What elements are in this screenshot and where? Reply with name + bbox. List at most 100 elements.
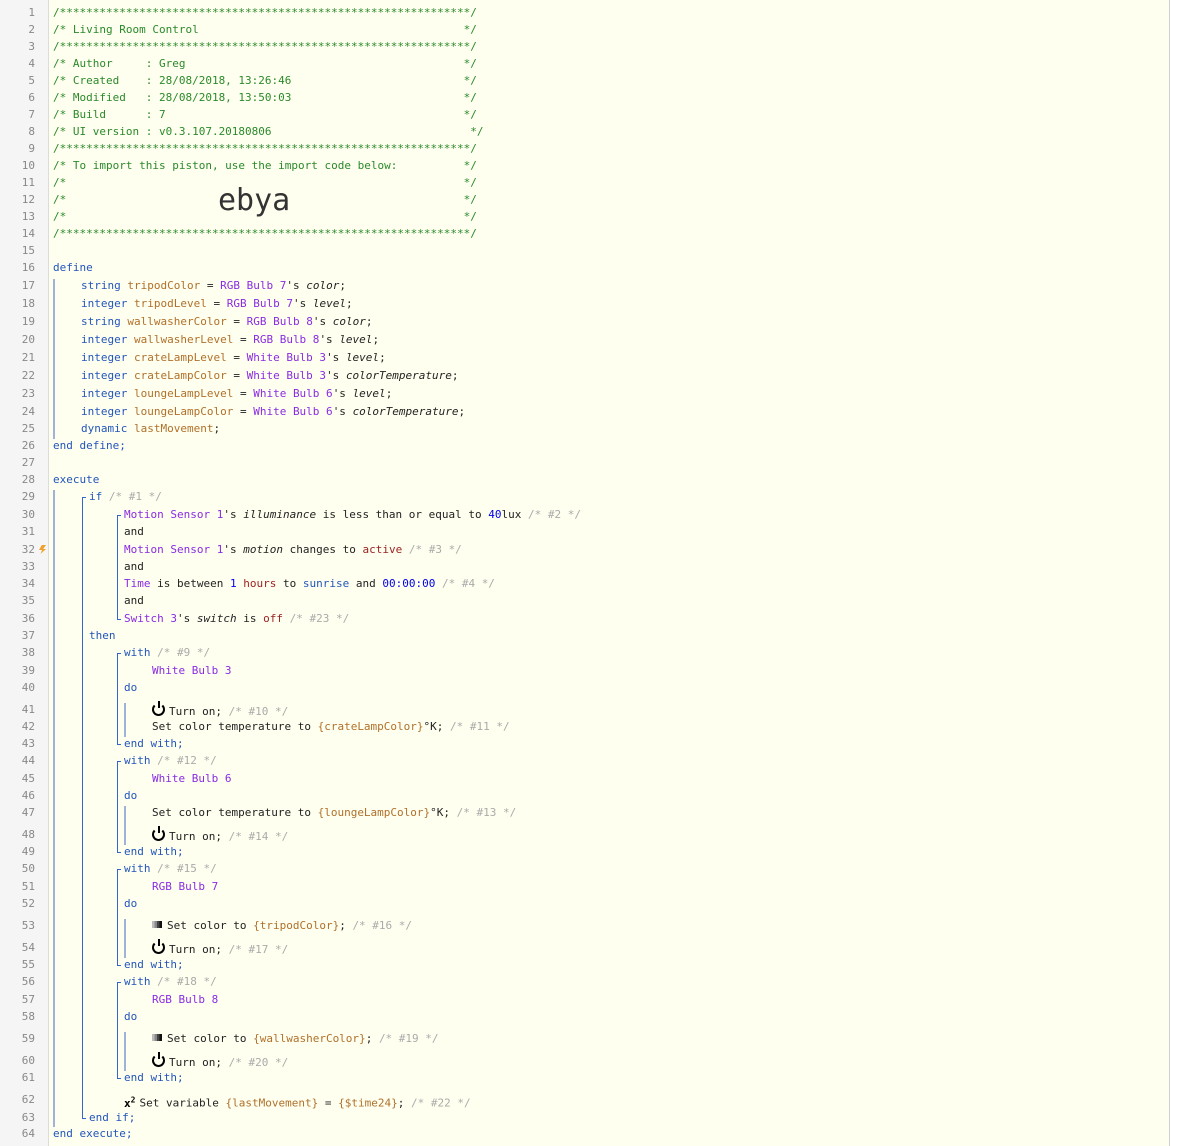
line-number: 51: [21, 880, 35, 893]
with-device: White Bulb 3: [152, 664, 231, 678]
with-device: White Bulb 6: [152, 772, 231, 786]
device-name: White Bulb 3: [246, 351, 327, 364]
with-bracket: [117, 653, 121, 745]
attribute-name: colorTemperature: [352, 405, 459, 418]
end-with-keyword: end with;: [124, 737, 184, 750]
variable-ref: {loungeLampColor}: [317, 806, 431, 819]
code-line: /***************************************…: [53, 40, 477, 54]
var-type: integer: [81, 351, 128, 364]
device-name: White Bulb 3: [152, 664, 232, 677]
attribute-name: colorTemperature: [345, 369, 452, 382]
line-number: 53: [21, 919, 35, 932]
line-number: 16: [21, 261, 35, 274]
line-number: 8: [28, 125, 35, 138]
code-line: end with;: [124, 845, 184, 859]
comment-border: /***************************************…: [53, 6, 477, 19]
do-keyword: do: [124, 789, 138, 802]
semicolon: ;: [345, 297, 353, 310]
device-name: RGB Bulb 7: [220, 279, 287, 292]
line-number: 52: [21, 897, 35, 910]
device-name: Switch 3: [124, 612, 177, 625]
comment-border: /***************************************…: [53, 40, 477, 53]
line-number: 25: [21, 422, 35, 435]
with-device: RGB Bulb 7: [152, 880, 218, 894]
var-type: integer: [81, 333, 128, 346]
device-name: RGB Bulb 8: [246, 315, 313, 328]
line-number: 63: [21, 1111, 35, 1124]
code-line: /* Created : 28/08/2018, 13:26:46 */: [53, 74, 477, 88]
attribute-name: level: [345, 351, 380, 364]
and-keyword: and: [124, 525, 144, 538]
var-type: integer: [81, 405, 128, 418]
line-number: 22: [21, 369, 35, 382]
action-text: °K;: [423, 720, 444, 733]
possessive: 's: [286, 279, 307, 292]
code-line: end with;: [124, 958, 184, 972]
line-number: 56: [21, 975, 35, 988]
indent-guide: [124, 919, 126, 958]
attribute-name: illuminance: [243, 508, 317, 521]
var-type: integer: [81, 369, 128, 382]
action: Set color temperature to {loungeLampColo…: [152, 806, 516, 820]
comment-border: /***************************************…: [53, 227, 477, 240]
end-with-keyword: end with;: [124, 1071, 184, 1084]
color-swatch-icon: [152, 921, 162, 928]
line-number: 39: [21, 664, 35, 677]
var-name: lastMovement: [133, 422, 214, 435]
line-number: 40: [21, 681, 35, 694]
line-number: 11: [21, 176, 35, 189]
line-number: 43: [21, 737, 35, 750]
line-number: 14: [21, 227, 35, 240]
possessive: 's: [292, 297, 313, 310]
power-icon: [152, 701, 165, 716]
action: Turn on; /* #20 */: [152, 1052, 288, 1069]
variable-definition: string tripodColor = RGB Bulb 7's color;: [81, 279, 346, 293]
semicolon: ;: [213, 422, 221, 435]
variable-ref: {$time24}: [338, 1096, 398, 1110]
possessive: 's: [332, 387, 353, 400]
line-number: 61: [21, 1071, 35, 1084]
variable-definition: integer crateLampColor = White Bulb 3's …: [81, 369, 459, 383]
operator: to: [282, 577, 297, 590]
piston-title: /* Living Room Control */: [53, 23, 477, 36]
line-number: 54: [21, 941, 35, 954]
action: Turn on; /* #10 */: [152, 701, 288, 718]
device-name: White Bulb 6: [152, 772, 232, 785]
var-name: tripodLevel: [133, 297, 207, 310]
line-number: 29: [21, 490, 35, 503]
with-statement: with /* #18 */: [124, 975, 217, 989]
unit: hours: [243, 577, 277, 590]
import-code[interactable]: ebya: [218, 183, 290, 219]
line-number: 6: [28, 91, 35, 104]
code-line: execute: [53, 473, 99, 487]
line-number: 44: [21, 754, 35, 767]
code-line: /* Author : Greg */: [53, 57, 477, 71]
code-line: do: [124, 897, 137, 911]
variable-definition: integer loungeLampColor = White Bulb 6's…: [81, 405, 465, 419]
action-text: Turn on;: [169, 943, 222, 956]
line-number: 42: [21, 720, 35, 733]
and-keyword: and: [124, 560, 144, 573]
possessive: 's: [223, 543, 244, 556]
line-number: 38: [21, 646, 35, 659]
with-bracket: [117, 869, 121, 966]
x-squared-icon: x2: [124, 1095, 136, 1110]
code-line: /* Living Room Control */: [53, 23, 477, 37]
semicolon: ;: [397, 1096, 405, 1110]
code-line: do: [124, 1010, 137, 1024]
end-with-keyword: end with;: [124, 845, 184, 858]
device-name: Time: [124, 577, 151, 590]
build-line: /* Build : 7 */: [53, 108, 477, 121]
action: Turn on; /* #17 */: [152, 939, 288, 956]
line-number: 36: [21, 612, 35, 625]
assign-op: =: [233, 333, 254, 346]
operator: and: [355, 577, 376, 590]
end-define-keyword: end define;: [53, 439, 126, 452]
then-keyword: then: [89, 629, 116, 642]
line-number: 45: [21, 772, 35, 785]
code-line: end with;: [124, 1071, 184, 1085]
lightning-warning-icon[interactable]: [39, 545, 46, 554]
variable-definition: integer wallwasherLevel = RGB Bulb 8's l…: [81, 333, 379, 347]
power-icon: [152, 939, 165, 954]
line-number: 19: [21, 315, 35, 328]
